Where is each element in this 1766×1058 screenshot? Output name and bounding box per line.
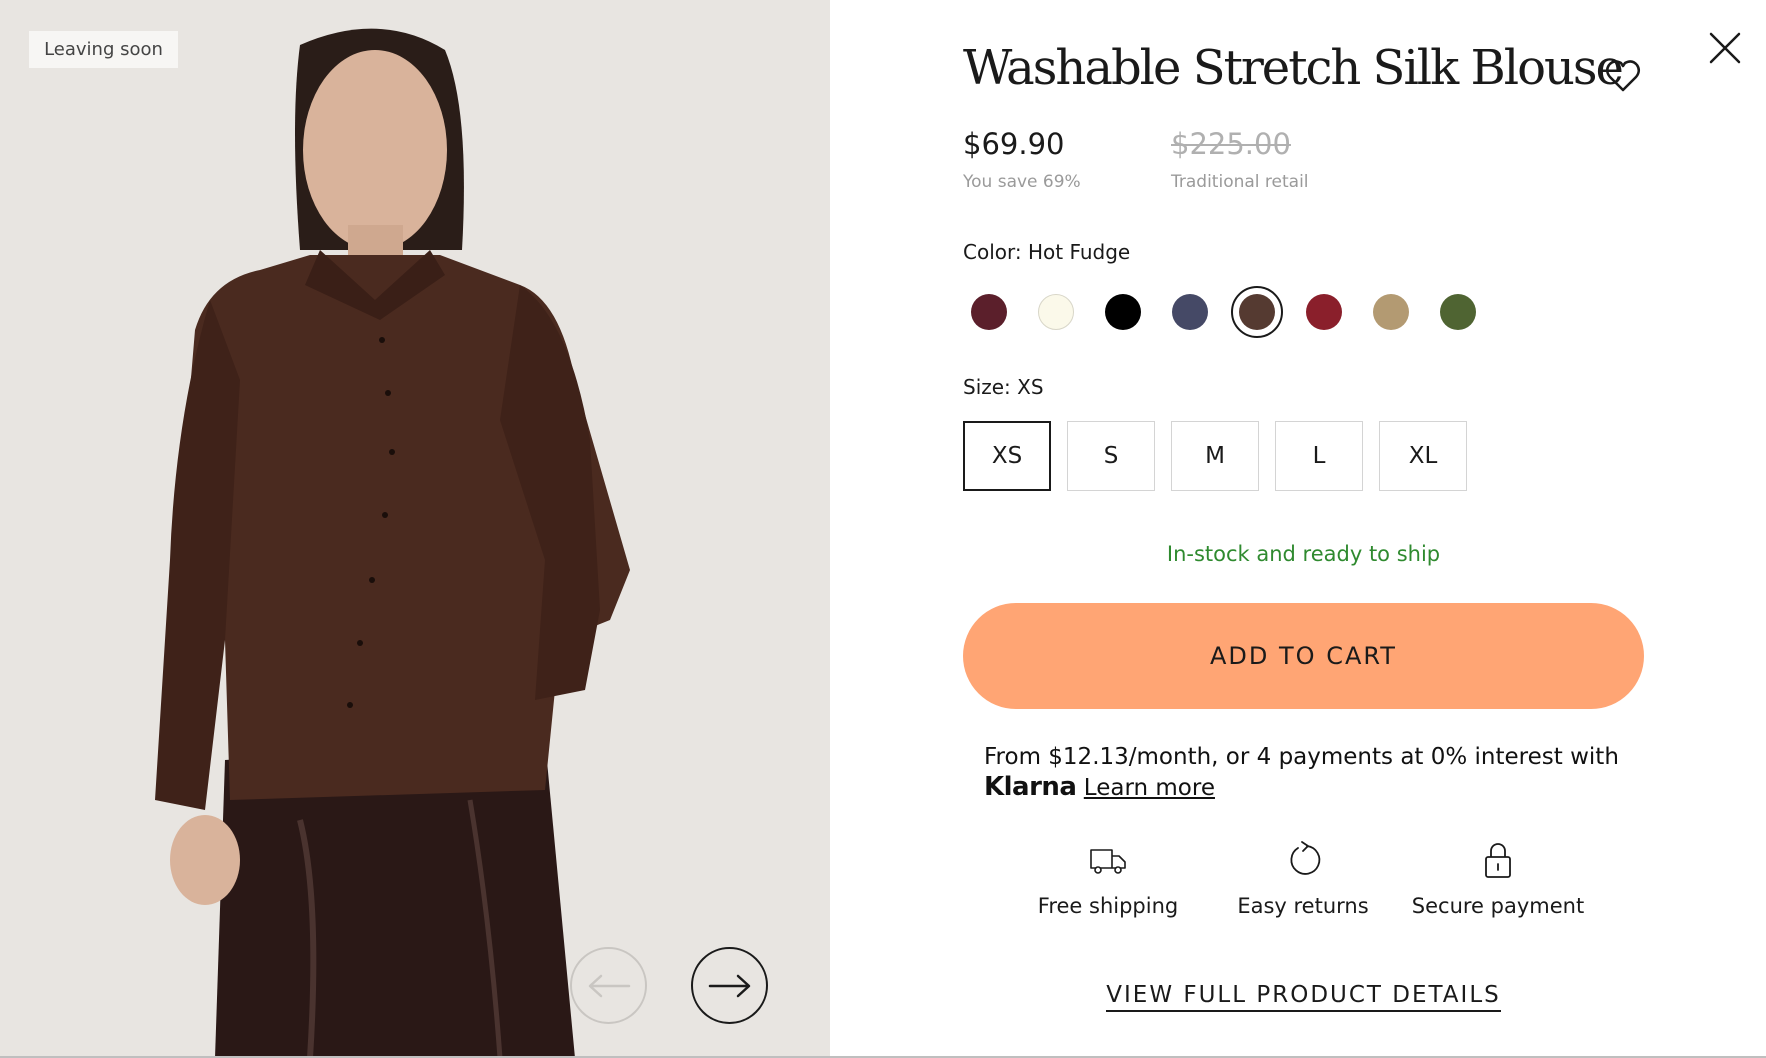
feature-label: Secure payment	[1411, 894, 1585, 918]
color-label: Color: Hot Fudge	[963, 240, 1130, 264]
product-title: Washable Stretch Silk Blouse	[963, 40, 1624, 96]
swatch-dot	[1105, 294, 1141, 330]
size-label-value: XS	[1017, 375, 1044, 399]
arrow-right-icon	[708, 974, 750, 997]
size-option-s[interactable]: S	[1067, 421, 1155, 491]
original-price-label: Traditional retail	[1171, 172, 1309, 192]
feature-label: Free shipping	[1037, 894, 1179, 918]
swatch-dot	[1440, 294, 1476, 330]
size-option-xs[interactable]: XS	[963, 421, 1051, 491]
color-swatch[interactable]	[963, 286, 1015, 338]
view-full-details-link[interactable]: VIEW FULL PRODUCT DETAILS	[963, 982, 1644, 1012]
next-image-button[interactable]	[691, 947, 768, 1024]
color-swatch[interactable]	[1231, 286, 1283, 338]
size-label: Size: XS	[963, 375, 1044, 399]
color-swatch[interactable]	[1030, 286, 1082, 338]
color-swatches	[963, 286, 1483, 338]
sale-price: $69.90	[963, 127, 1065, 161]
return-arrow-icon	[1290, 841, 1321, 875]
size-option-m[interactable]: M	[1171, 421, 1259, 491]
product-photo	[0, 0, 830, 1058]
color-swatch[interactable]	[1164, 286, 1216, 338]
original-price: $225.00	[1171, 127, 1291, 161]
previous-image-button[interactable]	[570, 947, 647, 1024]
size-option-l[interactable]: L	[1275, 421, 1363, 491]
stock-status: In-stock and ready to ship	[1166, 542, 1441, 566]
savings-text: You save 69%	[963, 172, 1081, 192]
product-image-panel: Leaving soon	[0, 0, 830, 1058]
swatch-dot	[1172, 294, 1208, 330]
truck-icon	[1090, 849, 1126, 874]
color-swatch[interactable]	[1097, 286, 1149, 338]
size-option-xl[interactable]: XL	[1379, 421, 1467, 491]
view-full-details-label: VIEW FULL PRODUCT DETAILS	[1106, 982, 1501, 1012]
color-swatch[interactable]	[1432, 286, 1484, 338]
color-label-value: Hot Fudge	[1027, 240, 1131, 264]
close-icon	[1709, 32, 1741, 64]
color-label-key: Color:	[963, 240, 1022, 264]
favorite-button[interactable]	[1604, 57, 1642, 95]
size-label-key: Size:	[963, 375, 1011, 399]
swatch-dot	[1239, 294, 1275, 330]
klarna-logo: Klarna	[984, 772, 1077, 802]
feature-free-shipping: Free shipping	[1008, 840, 1208, 918]
klarna-text: From $12.13/month, or 4 payments at 0% i…	[984, 744, 1619, 770]
swatch-dot	[971, 294, 1007, 330]
color-swatch[interactable]	[1365, 286, 1417, 338]
swatch-dot	[1038, 294, 1074, 330]
feature-label: Easy returns	[1237, 894, 1369, 918]
learn-more-link[interactable]: Learn more	[1084, 775, 1215, 801]
leaving-soon-badge: Leaving soon	[29, 31, 178, 68]
color-swatch[interactable]	[1298, 286, 1350, 338]
lock-icon	[1485, 843, 1511, 878]
close-button[interactable]	[1707, 30, 1743, 66]
arrow-left-icon	[588, 974, 630, 997]
add-to-cart-button[interactable]: ADD TO CART	[963, 603, 1644, 709]
swatch-dot	[1373, 294, 1409, 330]
heart-icon	[1606, 60, 1640, 92]
feature-easy-returns: Easy returns	[1203, 840, 1403, 918]
feature-secure-payment: Secure payment	[1398, 840, 1598, 918]
klarna-financing: From $12.13/month, or 4 payments at 0% i…	[984, 742, 1664, 803]
swatch-dot	[1306, 294, 1342, 330]
